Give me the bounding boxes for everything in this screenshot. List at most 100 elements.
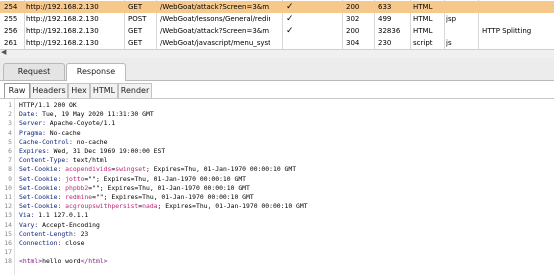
horizontal-scrollbar[interactable]: ◀ [0,48,554,58]
history-cell-status: 200 [346,3,360,11]
response-view-tabs: Raw Headers Hex HTML Render [0,81,554,99]
history-row[interactable]: 261 http://192.168.2.130 GET/WebGoat/javas… [0,37,554,49]
history-row[interactable]: 256 http://192.168.2.130 GET/WebGoat/attac… [0,25,554,37]
line-number: 13 [4,211,12,220]
history-cell-url: /WebGoat/lessons/General/redir... [160,15,270,23]
cookie-token: redmine [61,193,93,201]
tab-render[interactable]: Render [118,83,152,98]
line-number: 17 [4,248,12,257]
history-cell-status: 304 [346,39,360,47]
tab-html[interactable]: HTML [90,83,118,98]
tab-headers[interactable]: Headers [30,83,68,98]
tab-response[interactable]: Response [66,63,126,81]
line-text: Server: Apache-Coyote/1.1 [19,119,115,128]
header-name: Date: [19,110,39,119]
header-name: Vary: [19,220,39,229]
history-row[interactable]: 255 http://192.168.2.130 POST/WebGoat/less… [0,13,554,25]
response-line: 3 Server: Apache-Coyote/1.1 [0,119,554,128]
history-cell-status: 200 [346,27,360,35]
header-value: hello word [42,257,81,266]
response-line: 16 Connection: close [0,239,554,248]
cookie-token: phpbb2 [61,183,89,192]
header-name: Server: [19,119,46,128]
header-value: ; Expires=Thu, 01-Jan-1970 00:00:10 GMT [157,202,308,211]
response-line: 2 Date: Tue, 19 May 2020 11:31:30 GMT [0,110,554,119]
line-number: 12 [4,202,12,211]
header-value: Accept-Encoding [38,220,100,229]
header-name: Pragma: [19,128,46,137]
cookie-token: swingset [115,165,146,174]
line-text: HTTP/1.1 200 OK [19,101,77,110]
line-number: 5 [8,137,12,146]
tab-request[interactable]: Request [3,63,65,80]
history-cell-host: http://192.168.2.130 [26,27,99,35]
response-line: 7 Content-Type: text/html [0,156,554,165]
line-number: 8 [8,165,12,174]
history-cell-num: 254 [4,3,18,11]
header-value: Apache-Coyote/1.1 [45,119,116,128]
header-value: =""; Expires=Thu, 01-Jan-1970 00:00:10 G… [88,183,250,192]
line-number: 1 [8,101,12,109]
header-name: Set-Cookie: [19,165,62,174]
line-number: 15 [4,229,12,238]
line-text: Content-Type: text/html [19,156,108,165]
cookie-token: nada [142,202,158,211]
line-text: Date: Tue, 19 May 2020 11:31:30 GMT [19,110,154,119]
response-line: 6 Expires: Wed, 31 Dec 1969 19:00:00 EST [0,147,554,156]
history-cell-ext: js [446,39,452,47]
response-line: 5 Cache-Control: no-cache [0,138,554,147]
line-text: Set-Cookie: acgroupswithpersist=nada; Ex… [19,202,308,211]
response-line: 10 Set-Cookie: phpbb2=""; Expires=Thu, 01… [0,184,554,193]
header-name: Content-Type: [19,156,70,165]
history-cell-length: 230 [378,39,392,47]
line-number: 11 [4,193,12,201]
history-cell-edited: ✓ [286,14,294,24]
line-text: Set-Cookie: acopendivids=swingset; Expir… [19,165,296,174]
line-text: Vary: Accept-Encoding [19,221,100,230]
scroll-left-icon[interactable]: ◀ [1,48,6,56]
line-number: 10 [4,183,12,192]
response-line: 11 Set-Cookie: redmine=""; Expires=Thu, 0… [0,193,554,202]
history-cell-title: HTTP Splitting [482,27,532,35]
tab-raw[interactable]: Raw [4,83,30,98]
response-line: 15 Content-Length: 23 [0,230,554,239]
history-cell-num: 255 [4,15,18,23]
header-value: ; Expires=Thu, 01-Jan-1970 00:00:10 GMT [146,165,297,174]
header-name: Via: [19,211,35,220]
cookie-token: jotto [61,174,85,183]
message-tabs: Request Response [0,58,554,81]
header-name: Set-Cookie: [19,174,62,183]
header-value: Tue, 19 May 2020 11:31:30 GMT [38,110,154,119]
line-text: Set-Cookie: redmine=""; Expires=Thu, 01-… [19,193,254,202]
response-line: 9 Set-Cookie: jotto=""; Expires=Thu, 01-J… [0,175,554,184]
tab-hex[interactable]: Hex [68,83,90,98]
header-value: Wed, 31 Dec 1969 19:00:00 EST [49,147,166,155]
response-line: 13 Via: 1.1 127.0.1.1 [0,211,554,220]
header-name: Set-Cookie: [19,202,62,211]
history-cell-method: GET [128,39,143,47]
history-cell-ext: jsp [446,15,457,23]
history-row[interactable]: 254 http://192.168.2.130 GET/WebGoat/attac… [0,1,554,13]
response-line: 1 HTTP/1.1 200 OK [0,101,554,110]
history-cell-host: http://192.168.2.130 [26,39,99,47]
line-number: 2 [8,110,12,119]
response-raw-editor[interactable]: 1 HTTP/1.1 200 OK 2 Date: Tue, 19 May 2020 … [0,99,554,275]
line-text: Set-Cookie: jotto=""; Expires=Thu, 01-Ja… [19,175,246,184]
line-text: Set-Cookie: phpbb2=""; Expires=Thu, 01-J… [19,184,250,193]
history-cell-method: POST [128,15,147,23]
line-text: Pragma: No-cache [19,129,81,138]
history-cell-mime: HTML [413,15,433,23]
proxy-history-table: 254 http://192.168.2.130 GET/WebGoat/attac… [0,0,554,50]
history-cell-num: 261 [4,39,18,47]
history-cell-url: /WebGoat/javascript/menu_syst... [160,39,270,47]
header-value: =""; Expires=Thu, 01-Jan-1970 00:00:10 G… [84,174,247,183]
line-text: Via: 1.1 127.0.1.1 [19,211,88,220]
history-cell-host: http://192.168.2.130 [26,3,99,11]
line-number: 3 [8,119,12,128]
history-cell-url: /WebGoat/attack?Screen=3&m... [160,27,270,35]
header-name: Set-Cookie: [19,183,62,192]
cookie-token: acgroupswithpersist [61,202,139,211]
history-cell-url: /WebGoat/attack?Screen=3&m... [160,3,270,11]
line-text: Expires: Wed, 31 Dec 1969 19:00:00 EST [19,147,165,156]
response-line: 14 Vary: Accept-Encoding [0,221,554,230]
